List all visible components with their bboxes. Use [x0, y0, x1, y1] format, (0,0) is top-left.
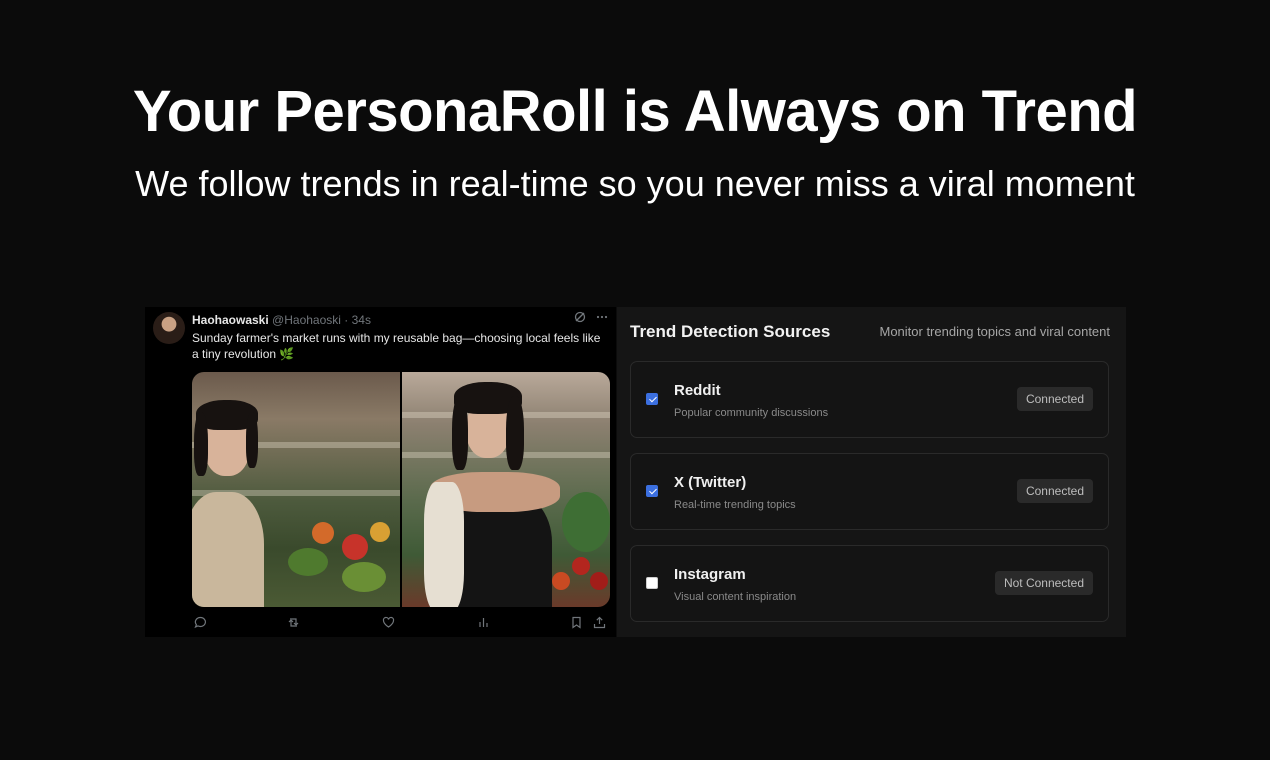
- reddit-checkbox[interactable]: [646, 393, 658, 405]
- tweet-text: Sunday farmer's market runs with my reus…: [192, 331, 601, 361]
- tweet-photo[interactable]: [192, 372, 400, 607]
- tweet-header: Haohaowaski @Haohaoski · 34s: [192, 313, 371, 327]
- x-twitter-checkbox[interactable]: [646, 485, 658, 497]
- page-title: Your PersonaRoll is Always on Trend: [132, 79, 1138, 144]
- reply-icon[interactable]: [194, 616, 207, 632]
- more-icon[interactable]: [596, 311, 608, 326]
- status-badge: Connected: [1016, 479, 1093, 503]
- panel-description: Monitor trending topics and viral conten…: [879, 324, 1110, 339]
- trend-sources-panel: Trend Detection Sources Monitor trending…: [617, 307, 1126, 637]
- bookmark-icon[interactable]: [570, 616, 583, 632]
- status-badge: Not Connected: [994, 571, 1093, 595]
- source-row-x-twitter[interactable]: X (Twitter) Real-time trending topics Co…: [630, 453, 1109, 530]
- tweet-actions: [192, 616, 610, 632]
- page-subtitle: We follow trends in real-time so you nev…: [135, 163, 1135, 204]
- tweet-media[interactable]: [192, 372, 610, 607]
- views-icon[interactable]: [477, 616, 490, 632]
- tweet-photo[interactable]: [402, 372, 610, 607]
- grok-icon[interactable]: [574, 311, 586, 326]
- avatar[interactable]: [153, 312, 185, 344]
- panel-title: Trend Detection Sources: [630, 322, 831, 341]
- status-badge: Connected: [1016, 387, 1093, 411]
- instagram-checkbox[interactable]: [646, 577, 658, 589]
- share-icon[interactable]: [593, 616, 606, 632]
- source-row-instagram[interactable]: Instagram Visual content inspiration Not…: [630, 545, 1109, 622]
- source-name: Reddit: [674, 382, 721, 399]
- source-description: Real-time trending topics: [674, 499, 796, 511]
- like-icon[interactable]: [382, 616, 395, 632]
- retweet-icon[interactable]: [287, 616, 300, 632]
- source-name: X (Twitter): [674, 474, 747, 491]
- tweet-card[interactable]: Haohaowaski @Haohaoski · 34s Sunday farm…: [145, 307, 616, 637]
- source-row-reddit[interactable]: Reddit Popular community discussions Con…: [630, 361, 1109, 438]
- source-description: Popular community discussions: [674, 407, 829, 419]
- source-description: Visual content inspiration: [674, 591, 797, 603]
- tweet-author-name[interactable]: Haohaowaski: [192, 313, 269, 327]
- source-name: Instagram: [674, 566, 746, 583]
- tweet-meta: @Haohaoski · 34s: [272, 313, 371, 327]
- tweet-header-icons: [574, 311, 608, 326]
